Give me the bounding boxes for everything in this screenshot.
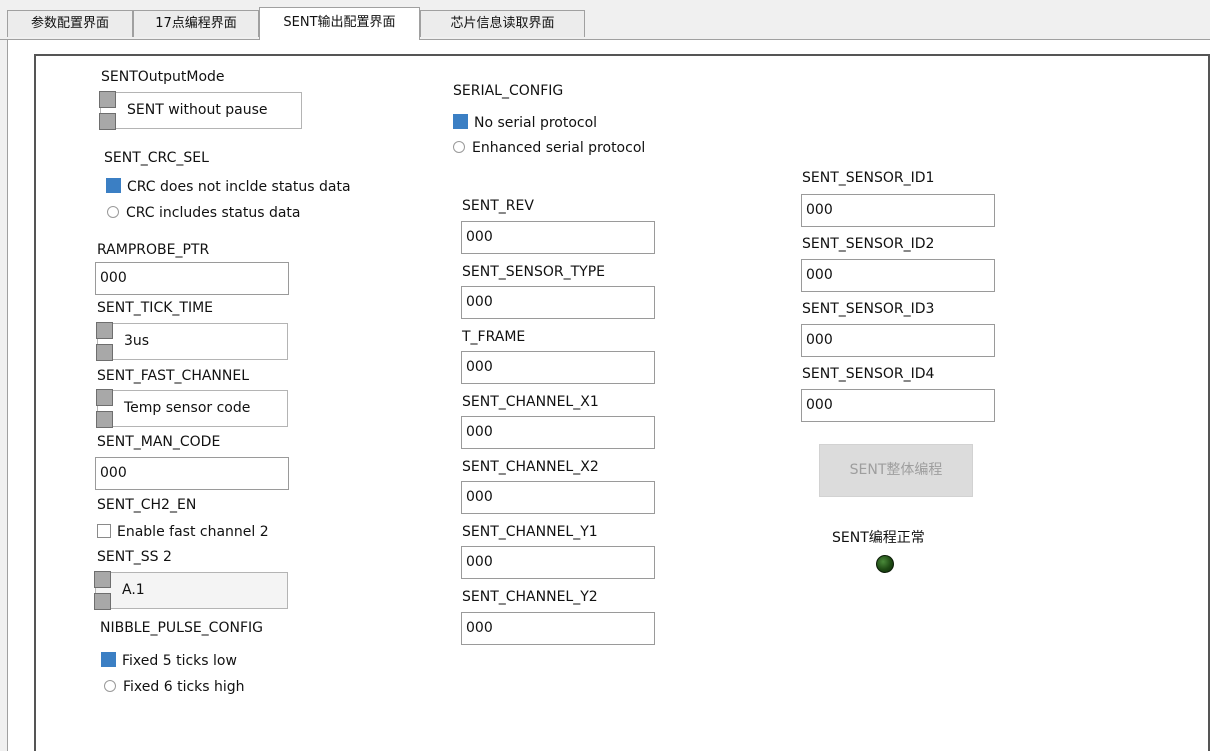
channel-y2-label: SENT_CHANNEL_Y2 — [462, 589, 598, 605]
crc-sel-label: SENT_CRC_SEL — [104, 150, 209, 166]
radio-selected-icon — [453, 114, 468, 129]
nibble-pulse-config-label: NIBBLE_PULSE_CONFIG — [100, 620, 263, 636]
enable-fast-channel-2-label: Enable fast channel 2 — [117, 524, 269, 540]
sent-rev-field[interactable]: 000 — [461, 221, 655, 254]
fast-channel-ring[interactable]: Temp sensor code — [96, 389, 288, 429]
sensor-id2-field[interactable]: 000 — [801, 259, 995, 292]
sensor-id1-field[interactable]: 000 — [801, 194, 995, 227]
fast-channel-value: Temp sensor code — [124, 400, 251, 416]
output-mode-value: SENT without pause — [127, 102, 268, 118]
sent-rev-label: SENT_REV — [462, 198, 534, 214]
sensor-id1-label: SENT_SENSOR_ID1 — [802, 170, 935, 186]
ring-decrement-button[interactable] — [96, 411, 113, 428]
man-code-label: SENT_MAN_CODE — [97, 434, 221, 450]
radio-unselected-icon — [107, 206, 119, 218]
ss2-label: SENT_SS 2 — [97, 549, 172, 565]
tick-time-value: 3us — [124, 333, 150, 349]
tab-chip-info-read[interactable]: 芯片信息读取界面 — [420, 10, 585, 37]
channel-x1-label: SENT_CHANNEL_X1 — [462, 394, 599, 410]
sensor-type-label: SENT_SENSOR_TYPE — [462, 264, 605, 280]
ring-increment-button[interactable] — [96, 322, 113, 339]
output-mode-label: SENTOutputMode — [101, 69, 225, 85]
t-frame-label: T_FRAME — [462, 329, 526, 345]
tab-17-point-programming[interactable]: 17点编程界面 — [133, 10, 259, 37]
serial-config-label: SERIAL_CONFIG — [453, 83, 564, 99]
ring-increment-button[interactable] — [96, 389, 113, 406]
channel-x2-label: SENT_CHANNEL_X2 — [462, 459, 599, 475]
ramprobe-ptr-label: RAMPROBE_PTR — [97, 242, 210, 258]
radio-unselected-icon — [453, 141, 465, 153]
ss2-ring[interactable]: A.1 — [94, 571, 288, 611]
status-led-indicator — [876, 555, 894, 573]
enable-fast-channel-2-checkbox[interactable]: Enable fast channel 2 — [97, 522, 269, 542]
output-mode-ring-buttons — [99, 91, 116, 131]
ring-decrement-button[interactable] — [96, 344, 113, 361]
ramprobe-ptr-field[interactable]: 000 — [95, 262, 289, 295]
ss2-value: A.1 — [122, 582, 145, 598]
crc-option-excludes-status-label: CRC does not inclde status data — [127, 179, 351, 195]
crc-option-includes-status-label: CRC includes status data — [126, 205, 301, 221]
t-frame-field[interactable]: 000 — [461, 351, 655, 384]
channel-y2-field[interactable]: 000 — [461, 612, 655, 645]
fast-channel-label: SENT_FAST_CHANNEL — [97, 368, 250, 384]
programming-status-label: SENT编程正常 — [832, 530, 925, 546]
ss2-ring-buttons — [94, 571, 111, 611]
sensor-id3-field[interactable]: 000 — [801, 324, 995, 357]
tab-parameter-config[interactable]: 参数配置界面 — [7, 10, 133, 37]
sensor-id4-label: SENT_SENSOR_ID4 — [802, 366, 935, 382]
channel-x1-field[interactable]: 000 — [461, 416, 655, 449]
serial-option-none-label: No serial protocol — [474, 115, 598, 131]
ring-decrement-button[interactable] — [94, 593, 111, 610]
man-code-field[interactable]: 000 — [95, 457, 289, 490]
channel-y1-field[interactable]: 000 — [461, 546, 655, 579]
sensor-id3-label: SENT_SENSOR_ID3 — [802, 301, 935, 317]
crc-option-includes-status[interactable]: CRC includes status data — [107, 203, 301, 223]
radio-unselected-icon — [104, 680, 116, 692]
ring-increment-button[interactable] — [94, 571, 111, 588]
sensor-id2-label: SENT_SENSOR_ID2 — [802, 236, 935, 252]
channel-x2-field[interactable]: 000 — [461, 481, 655, 514]
nibble-option-6-ticks-label: Fixed 6 ticks high — [123, 679, 245, 695]
tick-time-ring-buttons — [96, 322, 113, 362]
ring-decrement-button[interactable] — [99, 113, 116, 130]
tab-bar: 参数配置界面 17点编程界面 SENT输出配置界面 芯片信息读取界面 — [0, 0, 1210, 40]
radio-selected-icon — [101, 652, 116, 667]
serial-option-none[interactable]: No serial protocol — [453, 113, 597, 133]
serial-option-enhanced-label: Enhanced serial protocol — [472, 140, 646, 156]
tick-time-label: SENT_TICK_TIME — [97, 300, 213, 316]
output-mode-ring[interactable]: SENT without pause — [99, 91, 302, 131]
serial-option-enhanced[interactable]: Enhanced serial protocol — [453, 138, 645, 158]
ch2-en-label: SENT_CH2_EN — [97, 497, 197, 513]
sensor-type-field[interactable]: 000 — [461, 286, 655, 319]
fast-channel-ring-buttons — [96, 389, 113, 429]
sent-program-button[interactable]: SENT整体编程 — [819, 444, 973, 497]
nibble-option-5-ticks-label: Fixed 5 ticks low — [122, 653, 237, 669]
nibble-option-6-ticks[interactable]: Fixed 6 ticks high — [104, 677, 245, 697]
tab-sent-output-config[interactable]: SENT输出配置界面 — [259, 7, 420, 40]
tick-time-ring[interactable]: 3us — [96, 322, 288, 362]
ring-increment-button[interactable] — [99, 91, 116, 108]
radio-selected-icon — [106, 178, 121, 193]
crc-option-excludes-status[interactable]: CRC does not inclde status data — [106, 177, 351, 197]
checkbox-icon — [97, 524, 111, 538]
channel-y1-label: SENT_CHANNEL_Y1 — [462, 524, 598, 540]
nibble-option-5-ticks[interactable]: Fixed 5 ticks low — [101, 651, 237, 671]
sensor-id4-field[interactable]: 000 — [801, 389, 995, 422]
